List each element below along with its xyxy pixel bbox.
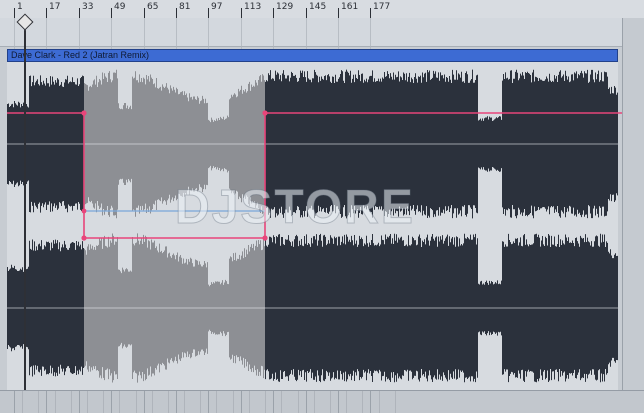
bottom-bar-subtick	[119, 391, 120, 413]
clip-title: Dave Clark - Red 2 (Jatran Remix)	[11, 50, 150, 60]
ruler-bar-label: 97	[211, 2, 223, 12]
ruler-bar-label: 81	[179, 2, 191, 12]
bottom-bar-subtick	[87, 391, 88, 413]
vertical-scrollbar[interactable]	[622, 18, 644, 390]
ruler-bar-label: 49	[114, 2, 126, 12]
ruler-tick	[176, 8, 177, 18]
ruler-tick	[273, 8, 274, 18]
ruler-tick	[208, 8, 209, 18]
ruler-bar-label: 177	[373, 2, 391, 12]
bottom-bar-subtick	[22, 391, 23, 413]
bottom-bar-tick	[306, 391, 307, 413]
ruler-tick	[306, 8, 307, 18]
bottom-bar-subtick	[200, 391, 201, 413]
bottom-bar-subtick	[103, 391, 104, 413]
bottom-bar-subtick	[168, 391, 169, 413]
bottom-bar-tick	[176, 391, 177, 413]
bottom-bar-subtick	[395, 391, 396, 413]
bottom-bar-tick	[111, 391, 112, 413]
ruler-tick	[111, 8, 112, 18]
bottom-bar-subtick	[71, 391, 72, 413]
audio-clip-header[interactable]: Dave Clark - Red 2 (Jatran Remix)	[7, 49, 618, 62]
bottom-bar-tick	[144, 391, 145, 413]
ruler-tick	[338, 8, 339, 18]
bottom-bar-subtick	[152, 391, 153, 413]
timeline-ruler[interactable]: 1 17 33 49 65 81 97 113 129 145 161 177	[0, 0, 644, 19]
bottom-bar-subtick	[55, 391, 56, 413]
bottom-bar-tick	[208, 391, 209, 413]
bottom-bar-subtick	[136, 391, 137, 413]
ruler-bar-label: 161	[341, 2, 359, 12]
ruler-bar-label: 113	[244, 2, 262, 12]
bottom-bar-subtick	[233, 391, 234, 413]
bottom-bar-subtick	[38, 391, 39, 413]
ruler-tick	[144, 8, 145, 18]
arrangement-view: 1 17 33 49 65 81 97 113 129 145 161 177 Dave Clark …	[0, 0, 644, 413]
bottom-bar-tick	[14, 391, 15, 413]
ruler-tick	[46, 8, 47, 18]
bottom-bar-subtick	[249, 391, 250, 413]
bottom-bar-tick	[241, 391, 242, 413]
ruler-bar-label: 33	[82, 2, 94, 12]
loop-locator-bar[interactable]	[0, 18, 644, 63]
bottom-bar-subtick	[298, 391, 299, 413]
bottom-bar-tick	[338, 391, 339, 413]
bottom-bar-tick	[46, 391, 47, 413]
ruler-tick	[79, 8, 80, 18]
ruler-bar-label: 1	[17, 2, 23, 12]
bottom-bar-subtick	[362, 391, 363, 413]
bottom-bar-tick	[273, 391, 274, 413]
ruler-tick	[14, 8, 15, 18]
ruler-tick	[370, 8, 371, 18]
ruler-bar-label: 129	[276, 2, 294, 12]
bottom-bar-subtick	[265, 391, 266, 413]
ruler-tick	[241, 8, 242, 18]
waveform-display	[7, 69, 618, 383]
bottom-bar-subtick	[184, 391, 185, 413]
bottom-bar-tick	[79, 391, 80, 413]
ruler-bar-label: 17	[49, 2, 61, 12]
bottom-bar-subtick	[346, 391, 347, 413]
ruler-bar-label: 145	[309, 2, 327, 12]
ruler-bar-label: 65	[147, 2, 159, 12]
bottom-bar-subtick	[330, 391, 331, 413]
bottom-bar-subtick	[281, 391, 282, 413]
bottom-bar-tick	[370, 391, 371, 413]
bottom-bar-subtick	[216, 391, 217, 413]
bottom-bar-subtick	[379, 391, 380, 413]
playhead[interactable]	[24, 18, 26, 390]
bottom-bar-subtick	[314, 391, 315, 413]
bottom-timeline-bar	[0, 390, 644, 413]
